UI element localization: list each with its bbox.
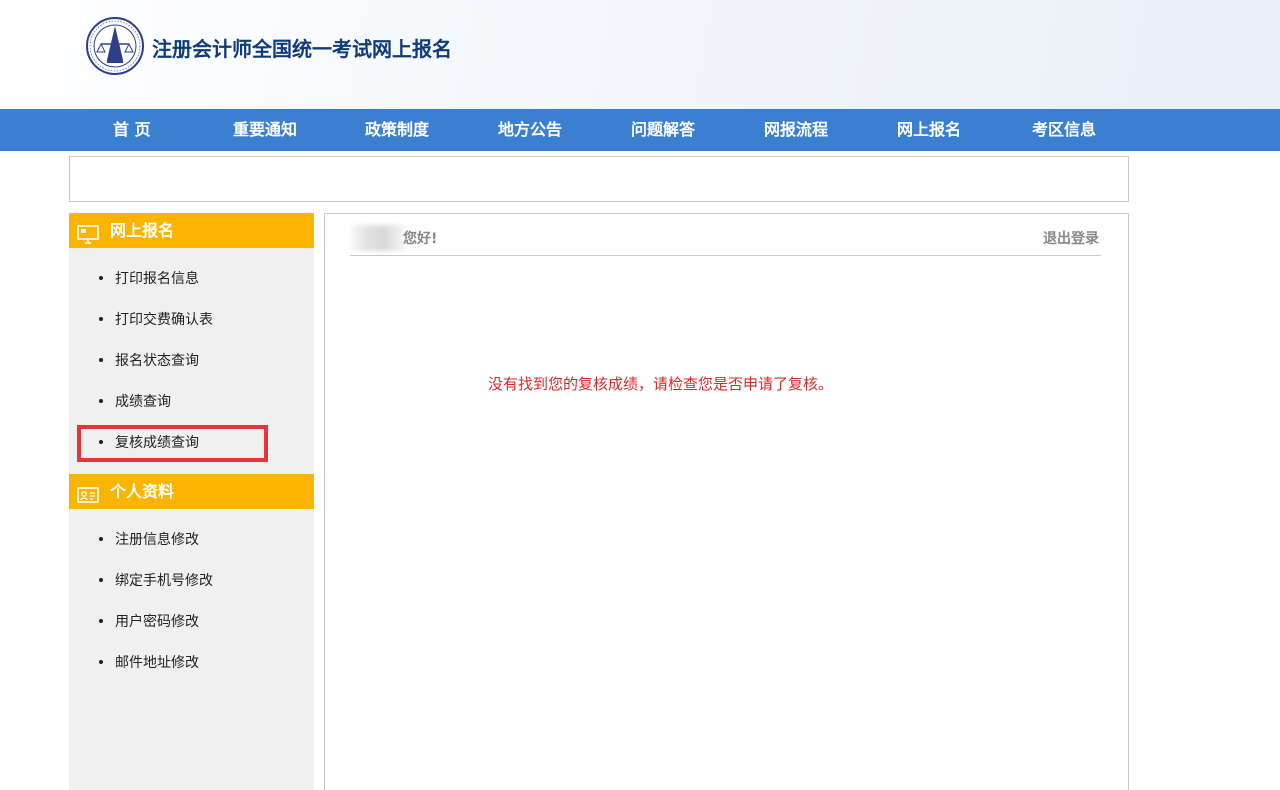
bullet: [99, 578, 103, 582]
greeting-bar: 您好! 退出登录: [350, 214, 1101, 256]
nav-exam-area-info[interactable]: 考区信息: [1032, 109, 1096, 151]
sidebar-item-label: 成绩查询: [115, 394, 171, 410]
site-header: 注册会计师全国统一考试网上报名: [0, 0, 1280, 109]
sidebar-item-edit-phone[interactable]: 绑定手机号修改: [99, 570, 213, 592]
sidebar-item-edit-registration-info[interactable]: 注册信息修改: [99, 529, 199, 551]
nav-faq[interactable]: 问题解答: [631, 109, 695, 151]
bullet: [99, 537, 103, 541]
status-message: 没有找到您的复核成绩，请检查您是否申请了复核。: [488, 375, 834, 393]
sidebar-item-registration-status[interactable]: 报名状态查询: [99, 350, 199, 372]
main-panel: 您好! 退出登录 没有找到您的复核成绩，请检查您是否申请了复核。: [324, 213, 1129, 790]
sidebar-item-label: 复核成绩查询: [115, 435, 199, 451]
cicpa-emblem-icon: [85, 16, 145, 76]
bullet: [99, 276, 103, 280]
nav-online-registration[interactable]: 网上报名: [897, 109, 961, 151]
sidebar: 网上报名 打印报名信息 打印交费确认表 报名状态查询 成绩查询 复核成绩查询 个…: [69, 213, 314, 790]
sidebar-item-label: 邮件地址修改: [115, 655, 199, 671]
nav-policies[interactable]: 政策制度: [365, 109, 429, 151]
sidebar-section-title: 个人资料: [110, 482, 175, 501]
logout-link[interactable]: 退出登录: [1043, 228, 1099, 248]
banner-box: [69, 156, 1129, 202]
bullet: [99, 358, 103, 362]
sidebar-item-label: 打印交费确认表: [115, 312, 213, 328]
blurred-username: [350, 225, 406, 251]
sidebar-item-label: 注册信息修改: [115, 532, 199, 548]
nav-process[interactable]: 网报流程: [764, 109, 828, 151]
sidebar-item-print-payment[interactable]: 打印交费确认表: [99, 309, 213, 331]
sidebar-section-title: 网上报名: [110, 221, 175, 240]
sidebar-item-label: 绑定手机号修改: [115, 573, 213, 589]
sidebar-item-edit-password[interactable]: 用户密码修改: [99, 611, 199, 633]
bullet: [99, 399, 103, 403]
bullet: [99, 440, 103, 444]
bullet: [99, 317, 103, 321]
sidebar-item-edit-email[interactable]: 邮件地址修改: [99, 652, 199, 674]
sidebar-item-label: 报名状态查询: [115, 353, 199, 369]
site-title: 注册会计师全国统一考试网上报名: [152, 37, 452, 61]
sidebar-item-label: 打印报名信息: [115, 271, 199, 287]
monitor-icon: [77, 221, 99, 244]
main-navbar: 首 页 重要通知 政策制度 地方公告 问题解答 网报流程 网上报名 考区信息: [0, 109, 1280, 151]
nav-home[interactable]: 首 页: [113, 109, 151, 151]
sidebar-item-review-score-query[interactable]: 复核成绩查询: [99, 432, 199, 454]
nav-notices[interactable]: 重要通知: [233, 109, 297, 151]
sidebar-section-registration: 网上报名: [69, 213, 314, 248]
id-card-icon: [77, 482, 99, 503]
sidebar-item-score-query[interactable]: 成绩查询: [99, 391, 171, 413]
sidebar-item-print-registration[interactable]: 打印报名信息: [99, 268, 199, 290]
sidebar-section-profile: 个人资料: [69, 474, 314, 509]
bullet: [99, 619, 103, 623]
nav-local-announcements[interactable]: 地方公告: [498, 109, 562, 151]
greeting-text: 您好!: [403, 231, 438, 247]
sidebar-item-label: 用户密码修改: [115, 614, 199, 630]
bullet: [99, 660, 103, 664]
